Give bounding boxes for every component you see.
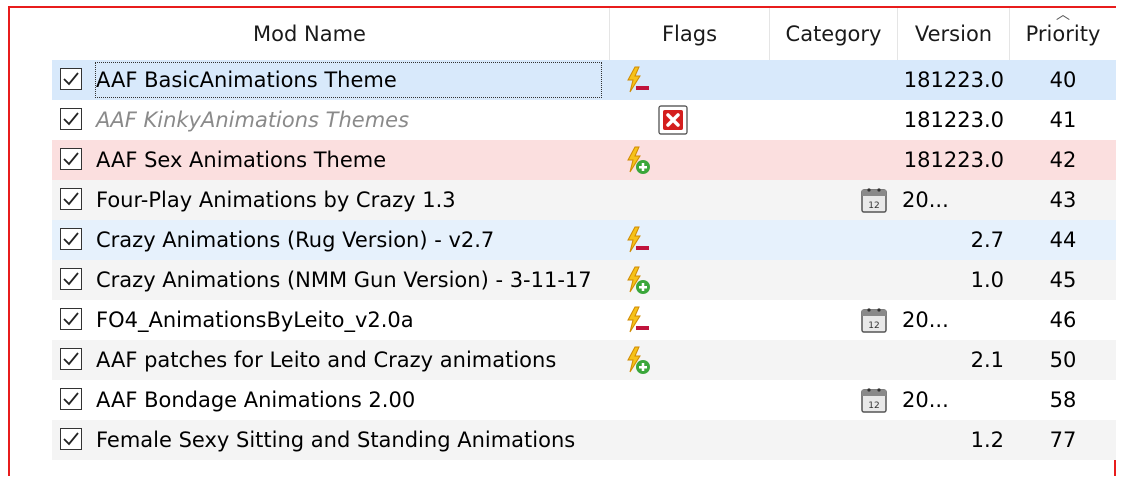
mod-priority: 41	[1049, 108, 1077, 132]
calendar-icon: 12	[860, 306, 888, 334]
mod-priority: 43	[1049, 188, 1077, 212]
checkmark-icon	[63, 112, 79, 126]
table-row[interactable]: AAF KinkyAnimations Themes 181223.0 41	[52, 100, 1116, 140]
mod-name: AAF Sex Animations Theme	[96, 148, 387, 172]
not-installed-icon	[658, 105, 688, 135]
table-row[interactable]: FO4_AnimationsByLeito_v2.0a 12 20... 46	[52, 300, 1116, 340]
mod-name: AAF patches for Leito and Crazy animatio…	[96, 348, 557, 372]
mod-priority: 58	[1049, 388, 1077, 412]
enabled-checkbox[interactable]	[60, 348, 82, 370]
enabled-checkbox[interactable]	[60, 268, 82, 290]
table-row[interactable]: Crazy Animations (Rug Version) - v2.7 2.7…	[52, 220, 1116, 260]
svg-text:12: 12	[868, 401, 879, 411]
table-row[interactable]: AAF Bondage Animations 2.00 12 20... 58	[52, 380, 1116, 420]
calendar-icon: 12	[860, 386, 888, 414]
mod-version: 2.7	[970, 228, 1004, 252]
checkmark-icon	[63, 352, 79, 366]
mod-version: 2.1	[970, 348, 1004, 372]
mod-priority: 46	[1049, 308, 1077, 332]
conflict-overwrite-icon	[622, 345, 652, 375]
enabled-checkbox[interactable]	[60, 308, 82, 330]
mod-priority: 42	[1049, 148, 1077, 172]
mod-priority: 45	[1049, 268, 1077, 292]
column-header: Mod Name Flags Category Version ︿ Priori…	[10, 7, 1116, 60]
column-header-priority[interactable]: ︿ Priority	[1010, 7, 1116, 60]
mod-priority: 40	[1049, 68, 1077, 92]
mod-version: 181223.0	[903, 148, 1004, 172]
mod-priority: 44	[1049, 228, 1077, 252]
conflict-overwrite-icon	[622, 145, 652, 175]
column-header-mod-name[interactable]: Mod Name	[10, 8, 610, 60]
mod-name: Crazy Animations (NMM Gun Version) - 3-1…	[96, 268, 592, 292]
mod-name: Crazy Animations (Rug Version) - v2.7	[96, 228, 495, 252]
mod-version: 181223.0	[903, 68, 1004, 92]
mod-priority: 50	[1049, 348, 1077, 372]
mod-name: AAF BasicAnimations Theme	[94, 61, 603, 99]
mod-name: FO4_AnimationsByLeito_v2.0a	[96, 308, 414, 332]
enabled-checkbox[interactable]	[60, 108, 82, 130]
checkmark-icon	[63, 312, 79, 326]
table-row[interactable]: Four-Play Animations by Crazy 1.3 12 20...…	[52, 180, 1116, 220]
table-row[interactable]: AAF patches for Leito and Crazy animatio…	[52, 340, 1116, 380]
enabled-checkbox[interactable]	[60, 188, 82, 210]
enabled-checkbox[interactable]	[60, 428, 82, 450]
mod-version: 1.0	[970, 268, 1004, 292]
conflict-overwritten-icon	[622, 305, 652, 335]
table-row[interactable]: Female Sexy Sitting and Standing Animati…	[52, 420, 1116, 460]
mod-version: 181223.0	[903, 108, 1004, 132]
conflict-overwritten-icon	[622, 65, 652, 95]
enabled-checkbox[interactable]	[60, 228, 82, 250]
mod-name: AAF KinkyAnimations Themes	[96, 108, 410, 132]
conflict-overwritten-icon	[622, 225, 652, 255]
mod-version: 1.2	[970, 428, 1004, 452]
enabled-checkbox[interactable]	[60, 68, 82, 90]
checkmark-icon	[63, 232, 79, 246]
mod-name: AAF Bondage Animations 2.00	[96, 388, 416, 412]
checkmark-icon	[63, 272, 79, 286]
sort-ascending-icon: ︿	[1056, 7, 1070, 23]
column-header-category[interactable]: Category	[770, 8, 898, 60]
svg-text:12: 12	[868, 321, 879, 331]
table-row[interactable]: AAF BasicAnimations Theme 181223.0 40	[52, 60, 1116, 100]
table-row[interactable]: AAF Sex Animations Theme 181223.0 42	[52, 140, 1116, 180]
checkmark-icon	[63, 72, 79, 86]
conflict-overwrite-icon	[622, 265, 652, 295]
table-row[interactable]: Crazy Animations (NMM Gun Version) - 3-1…	[52, 260, 1116, 300]
mod-name: Female Sexy Sitting and Standing Animati…	[96, 428, 576, 452]
mod-priority: 77	[1049, 428, 1077, 452]
column-header-version[interactable]: Version	[898, 8, 1010, 60]
checkmark-icon	[63, 152, 79, 166]
enabled-checkbox[interactable]	[60, 148, 82, 170]
checkmark-icon	[63, 192, 79, 206]
mod-name: Four-Play Animations by Crazy 1.3	[96, 188, 456, 212]
checkmark-icon	[63, 392, 79, 406]
calendar-icon: 12	[860, 186, 888, 214]
checkmark-icon	[63, 432, 79, 446]
column-header-flags[interactable]: Flags	[610, 8, 770, 60]
enabled-checkbox[interactable]	[60, 388, 82, 410]
svg-text:12: 12	[868, 201, 879, 211]
